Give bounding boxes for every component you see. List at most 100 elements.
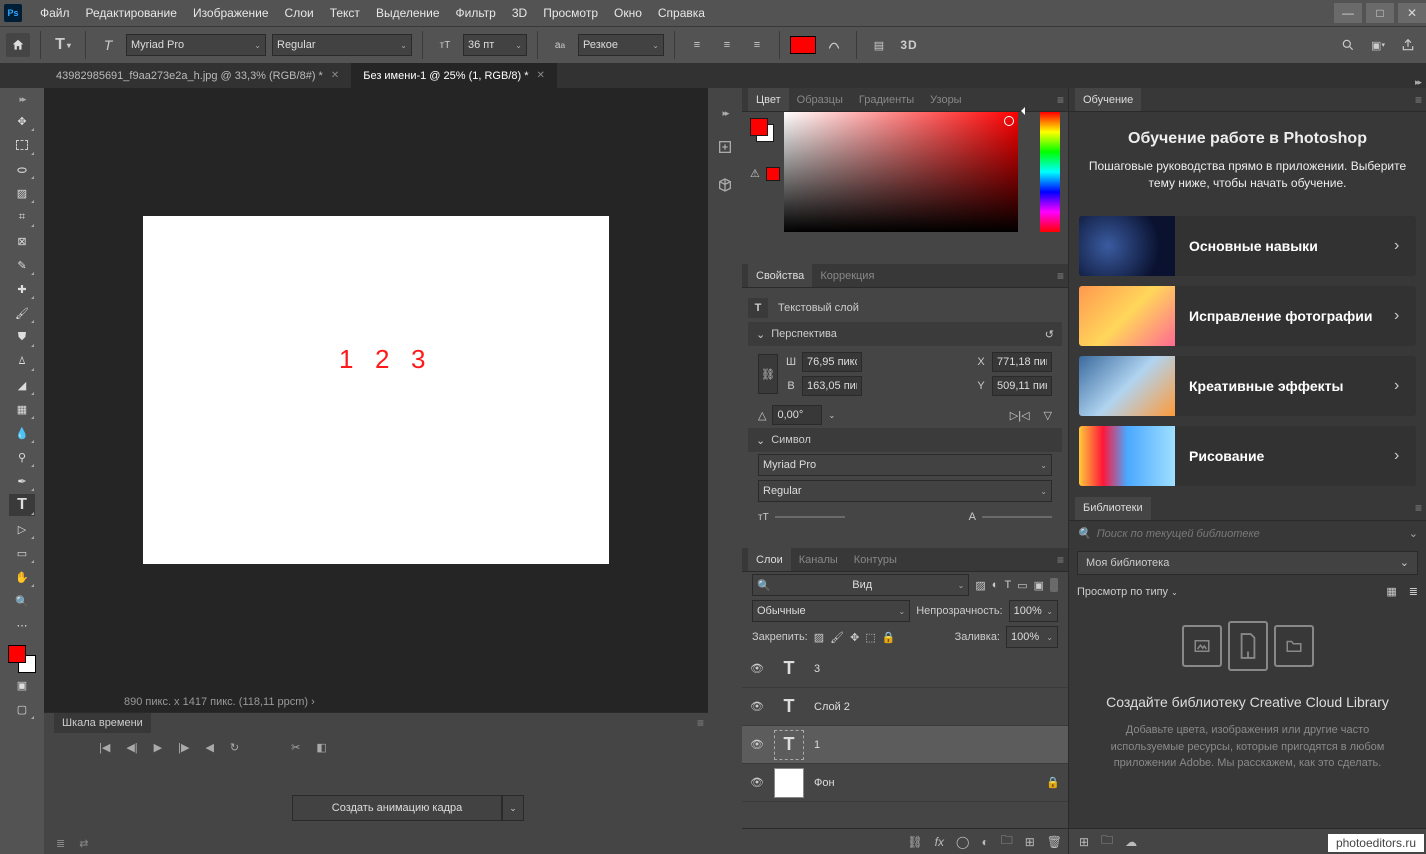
menu-window[interactable]: Окно [606,0,650,26]
flip-v-icon[interactable]: ▽ [1044,409,1052,422]
layer-row[interactable]: 👁 T 3 [742,650,1068,688]
lock-trans-icon[interactable]: ▨ [814,631,824,644]
timeline-first-frame[interactable]: |◀ [99,741,110,754]
close-tab-icon[interactable]: ✕ [331,70,339,81]
toolbar-collapse[interactable]: ▸▸ [19,94,24,105]
timeline-prev-frame[interactable]: ◀| [126,741,137,754]
timeline-play[interactable]: ▶ [154,741,162,754]
share-button[interactable] [1396,33,1420,57]
fill-input[interactable]: 100%⌄ [1006,626,1058,648]
layer-filter-adj-icon[interactable]: ◐ [992,579,999,591]
layer-filter-image-icon[interactable]: ▨ [975,579,985,592]
flip-h-icon[interactable]: ▷|◁ [1010,409,1030,422]
pen-tool[interactable]: ✒ [9,470,35,492]
paths-tab[interactable]: Контуры [846,548,905,571]
menu-3d[interactable]: 3D [504,0,535,26]
layer-mask-icon[interactable]: ◯ [956,835,969,849]
width-input[interactable] [802,352,862,372]
lib-add-icon[interactable]: ⊞ [1079,835,1089,849]
hue-slider[interactable] [1040,112,1060,232]
gamut-alt-swatch[interactable] [766,167,780,181]
menu-layers[interactable]: Слои [277,0,322,26]
timeline-transition-icon[interactable]: ◧ [316,741,326,754]
angle-input[interactable] [772,405,822,425]
blend-mode-dropdown[interactable]: Обычные⌄ [752,600,910,622]
menu-text[interactable]: Текст [322,0,368,26]
gamut-warning-icon[interactable]: ⚠ [750,167,762,179]
properties-tab[interactable]: Свойства [748,264,812,287]
document-canvas[interactable]: 1 2 3 [143,216,609,564]
eraser-tool[interactable]: ◢ [9,374,35,396]
text-layer-1[interactable]: 1 [339,344,353,375]
frame-tool[interactable]: ⊠ [9,230,35,252]
zoom-tool[interactable]: 🔍 [9,590,35,612]
move-tool[interactable]: ✥ [9,110,35,132]
lock-icon[interactable]: 🔒 [1046,776,1060,789]
panel-menu-icon[interactable]: ≡ [1415,501,1422,515]
eye-icon[interactable]: 👁 [750,662,764,676]
patterns-tab[interactable]: Узоры [922,88,969,111]
opacity-input[interactable]: 100%⌄ [1009,600,1058,622]
learn-tab[interactable]: Обучение [1075,88,1141,111]
eye-icon[interactable]: 👁 [750,738,764,752]
new-layer-icon[interactable]: ⊞ [1025,835,1035,849]
search-button[interactable] [1336,33,1360,57]
brush-tool[interactable]: 🖌 [9,302,35,324]
library-search[interactable]: 🔍 Поиск по текущей библиотеке [1077,527,1397,540]
libraries-tab[interactable]: Библиотеки [1075,497,1151,520]
document-tab-0[interactable]: 43982985691_f9aa273e2a_h.jpg @ 33,3% (RG… [44,63,351,88]
lock-pixels-icon[interactable]: 🖌 [830,631,844,644]
eye-icon[interactable]: 👁 [750,700,764,714]
panel-menu-icon[interactable]: ≡ [1057,553,1064,567]
lock-artboard-icon[interactable]: ⬚ [865,631,875,644]
reset-icon[interactable]: ↺ [1045,328,1054,341]
screenmode-button[interactable]: ▢ [9,698,35,720]
layer-row[interactable]: 👁 Фон 🔒 [742,764,1068,802]
layer-filter-type-icon[interactable]: T [1004,579,1011,591]
home-button[interactable] [6,33,30,57]
align-left-button[interactable]: ≡ [685,33,709,57]
timeline-cut-icon[interactable]: ✂ [291,741,300,754]
layer-name[interactable]: Слой 2 [814,701,850,713]
lib-search-chevron[interactable]: ⌄ [1409,527,1418,540]
adjustments-tab[interactable]: Коррекция [812,264,882,287]
layer-filter-shape-icon[interactable]: ▭ [1017,579,1027,592]
lib-folder-icon[interactable]: 🗀 [1101,831,1113,852]
font-family-dropdown[interactable]: Myriad Pro⌄ [126,34,266,56]
lib-sync-icon[interactable]: ☁ [1125,835,1137,849]
panel-menu-icon[interactable]: ≡ [1057,269,1064,283]
adjustment-layer-icon[interactable]: ◐ [981,835,988,849]
panel-menu-icon[interactable]: ≡ [1415,93,1422,107]
history-brush-tool[interactable]: ꕔ [9,350,35,372]
layer-name[interactable]: 3 [814,663,820,675]
window-maximize[interactable]: □ [1366,3,1394,23]
timeline-last-frame[interactable]: ◀ [205,741,213,754]
layer-filter-dropdown[interactable]: 🔍 Вид⌄ [752,574,969,596]
channels-tab[interactable]: Каналы [791,548,846,571]
lock-all-icon[interactable]: 🔒 [882,631,896,644]
type-tool-indicator[interactable]: T ▾ [51,33,75,57]
font-size-dropdown[interactable]: 36 пт⌄ [463,34,527,56]
hand-tool[interactable]: ✋ [9,566,35,588]
gradients-tab[interactable]: Градиенты [851,88,922,111]
blur-tool[interactable]: 💧 [9,422,35,444]
align-center-button[interactable]: ≡ [715,33,739,57]
layer-group-icon[interactable]: 🗀 [1001,831,1013,852]
warp-text-button[interactable] [822,33,846,57]
crop-tool[interactable]: ⌗ [9,206,35,228]
layer-row[interactable]: 👁 T Слой 2 [742,688,1068,726]
menu-filter[interactable]: Фильтр [448,0,504,26]
char-panel-button[interactable]: ▤ [867,33,891,57]
prop-weight-dropdown[interactable]: Regular⌄ [758,480,1052,502]
document-tab-1[interactable]: Без имени-1 @ 25% (1, RGB/8) *✕ [351,63,557,88]
timeline-loop[interactable]: ↻ [230,741,239,754]
more-tools[interactable]: ⋯ [9,614,35,636]
layer-row[interactable]: 👁 T 1 [742,726,1068,764]
lib-viewby[interactable]: Просмотр по типу ⌄ [1077,586,1178,598]
font-weight-dropdown[interactable]: Regular⌄ [272,34,412,56]
timeline-create-dropdown[interactable]: ⌄ [502,795,524,821]
eyedropper-tool[interactable]: ✎ [9,254,35,276]
quick-select-tool[interactable]: ▨ [9,182,35,204]
lib-list-icon[interactable]: ≣ [1409,585,1418,598]
menu-select[interactable]: Выделение [368,0,448,26]
